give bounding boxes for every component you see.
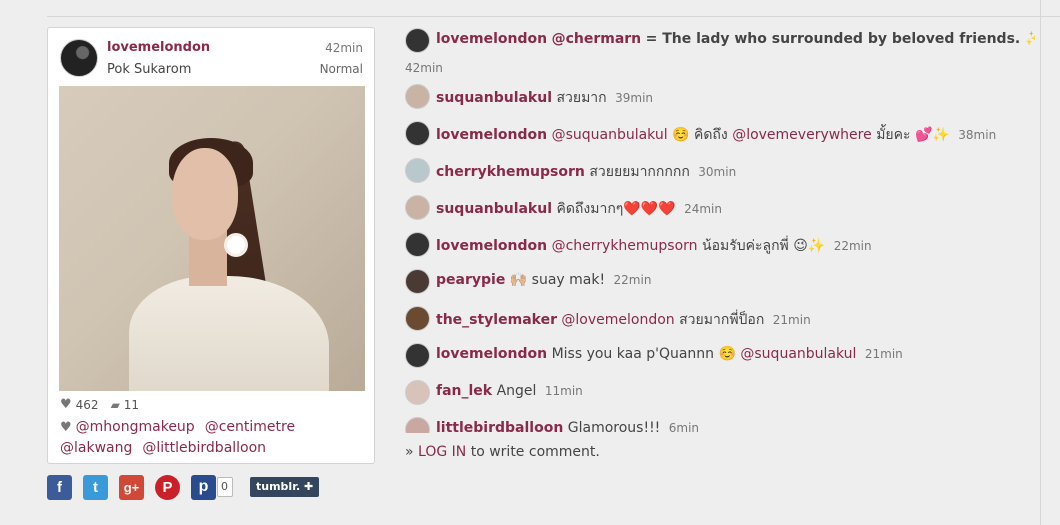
commenter-avatar[interactable] (405, 232, 430, 257)
commenter-avatar[interactable] (405, 380, 430, 405)
comment-text: Glamorous!!! (567, 420, 661, 433)
right-divider (1040, 0, 1041, 525)
commenter-avatar[interactable] (405, 158, 430, 183)
post-author-avatar[interactable] (60, 39, 98, 77)
photo-dress (129, 276, 329, 391)
login-link[interactable]: LOG IN (418, 444, 466, 460)
comment-time: 21min (864, 347, 903, 361)
post-filter: Normal (319, 62, 363, 76)
commenter-username[interactable]: lovemelondon (436, 238, 547, 254)
photo-earring-flower (227, 236, 245, 254)
commenter-username[interactable]: the_stylemaker (436, 312, 557, 328)
commenter-avatar[interactable] (405, 269, 430, 294)
post-author-username[interactable]: lovemelondon (107, 40, 210, 55)
comment-line: the_stylemaker @lovemelondon สวยมากพี่ป็… (436, 309, 811, 331)
googleplus-share-button[interactable]: g+ (119, 474, 144, 500)
commenter-avatar[interactable] (405, 195, 430, 220)
tumblr-share-button[interactable]: tumblr. ✚ (250, 477, 320, 497)
comment-time: 39min (615, 91, 654, 105)
login-prompt-text: to write comment. (470, 444, 600, 460)
comment-text: คิดถึงมากๆ❤️❤️❤️ (556, 201, 676, 217)
commenter-username[interactable]: lovemelondon (436, 346, 547, 362)
mention-link[interactable]: @cherrykhemupsorn (552, 238, 698, 254)
comments-count: 11 (123, 397, 140, 412)
photo-face (172, 148, 238, 240)
comment-text: Angel (496, 383, 537, 399)
comment-text: มั้ยคะ 💕✨ (876, 127, 950, 143)
facebook-share-button[interactable]: f (47, 474, 72, 500)
comment-line: suquanbulakul สวยมาก 39min (436, 87, 653, 109)
comment-time: 11min (544, 384, 583, 398)
mention-link[interactable]: @suquanbulakul (740, 346, 856, 362)
commenter-avatar[interactable] (405, 343, 430, 368)
comment-line: suquanbulakul คิดถึงมากๆ❤️❤️❤️ 24min (436, 198, 722, 220)
comment-line: pearypie 🙌🏼 suay mak! 22min (436, 272, 651, 288)
commenter-username[interactable]: lovemelondon (436, 31, 547, 47)
comment-text: Miss you kaa p'Quannn ☺️ (551, 346, 736, 362)
post-location[interactable]: Pok Sukarom (107, 62, 191, 77)
comment-time: 22min (613, 273, 652, 287)
comment-text: น้อมรับค่ะลูกพี่ 😉✨ (702, 238, 826, 254)
comment-text: สวยยยมากกกกก (589, 164, 690, 180)
comment-line: cherrykhemupsorn สวยยยมากกกกก 30min (436, 161, 736, 183)
post-stats: ♥ 462 ▰ 11 (60, 397, 139, 412)
commenter-username[interactable]: littlebirdballoon (436, 420, 563, 433)
comment-text: สวยมากพี่ป็อก (679, 312, 765, 328)
pin-count-badge: 0 (217, 477, 233, 497)
commenter-username[interactable]: pearypie (436, 272, 505, 288)
post-time: 42min (325, 41, 363, 55)
commenter-username[interactable]: cherrykhemupsorn (436, 164, 585, 180)
pinme-share-button[interactable]: p (191, 474, 216, 500)
login-prompt: » LOG IN to write comment. (405, 444, 600, 460)
caption-text: = The lady who surrounded by beloved fri… (645, 31, 1035, 47)
tag-link[interactable]: @littlebirdballoon (142, 440, 266, 456)
share-bar: f t g+ P p 0 tumblr. ✚ (47, 474, 320, 500)
likes-count: 462 (75, 397, 99, 412)
comment-time: 21min (772, 313, 811, 327)
commenter-username[interactable]: fan_lek (436, 383, 492, 399)
comment-line: lovemelondon @cherrykhemupsorn น้อมรับค่… (436, 235, 872, 257)
top-divider (47, 16, 1060, 17)
post-photo[interactable] (59, 86, 365, 391)
comment-line: littlebirdballoon Glamorous!!! 6min (436, 420, 699, 433)
comment-time: 42min (405, 61, 443, 75)
commenter-username[interactable]: suquanbulakul (436, 90, 552, 106)
comment-time: 38min (958, 128, 997, 142)
comment-text: สวยมาก (556, 90, 607, 106)
pinterest-share-button[interactable]: P (155, 474, 180, 500)
comment-line: fan_lek Angel 11min (436, 383, 583, 399)
tag-link[interactable]: @lakwang (60, 440, 132, 456)
caption-line: lovemelondon @chermarn = The lady who su… (436, 31, 1035, 47)
tag-link[interactable]: @mhongmakeup (76, 419, 195, 435)
commenter-username[interactable]: lovemelondon (436, 127, 547, 143)
heart-icon[interactable]: ♥ (60, 397, 72, 412)
comments-list[interactable]: lovemelondon @chermarn = The lady who su… (405, 28, 1035, 433)
commenter-avatar[interactable] (405, 84, 430, 109)
commenter-avatar[interactable] (405, 306, 430, 331)
commenter-username[interactable]: suquanbulakul (436, 201, 552, 217)
comment-time: 6min (668, 421, 700, 433)
comment-time: 30min (698, 165, 737, 179)
comment-text: 🙌🏼 suay mak! (509, 272, 606, 288)
comment-text: ☺️ คิดถึง (672, 127, 728, 143)
arrow-icon: » (405, 444, 414, 460)
post-tagged-users: ♥ @mhongmakeup @centimetre @lakwang @little… (60, 417, 360, 458)
comment-line: lovemelondon Miss you kaa p'Quannn ☺️ @s… (436, 346, 903, 362)
comment-time: 24min (684, 202, 722, 216)
comment-line: lovemelondon @suquanbulakul ☺️ คิดถึง @l… (436, 124, 996, 146)
commenter-avatar[interactable] (405, 121, 430, 146)
twitter-share-button[interactable]: t (83, 474, 108, 500)
heart-icon: ♥ (60, 420, 72, 435)
commenter-avatar[interactable] (405, 28, 430, 53)
comment-time: 22min (833, 239, 872, 253)
mention-link[interactable]: @lovemeverywhere (732, 127, 872, 143)
tag-link[interactable]: @centimetre (205, 419, 295, 435)
mention-link[interactable]: @suquanbulakul (552, 127, 668, 143)
mention-link[interactable]: @lovemelondon (561, 312, 674, 328)
commenter-avatar[interactable] (405, 417, 430, 433)
comment-bubble-icon: ▰ (110, 397, 120, 412)
mention-link[interactable]: @chermarn (552, 31, 642, 47)
post-card: lovemelondon 42min Pok Sukarom Normal ♥ … (47, 27, 375, 464)
